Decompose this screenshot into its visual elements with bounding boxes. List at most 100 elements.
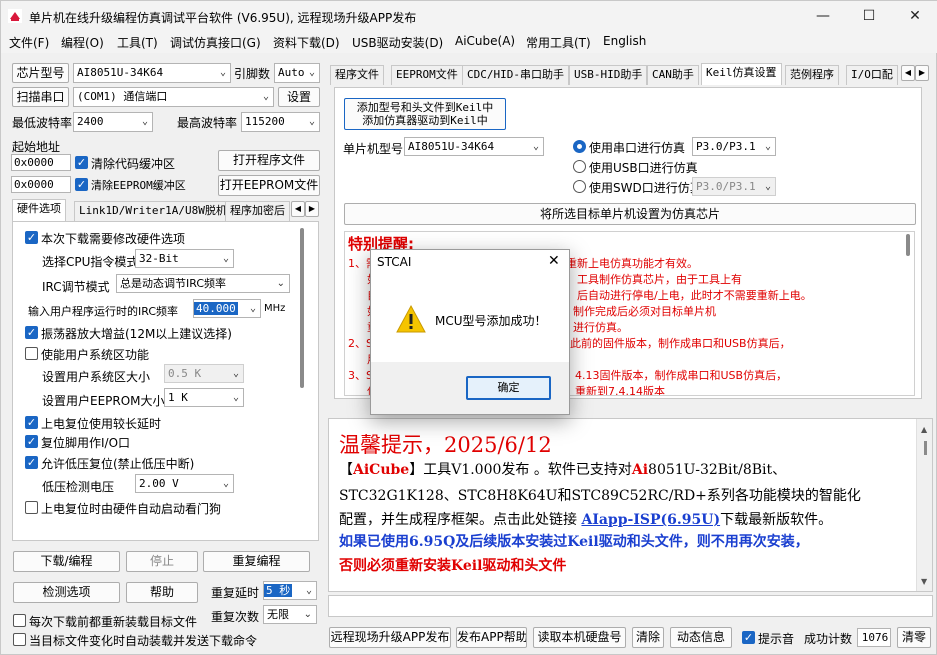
amp-gain-checkbox[interactable]: ✓ xyxy=(25,326,38,339)
low-voltage-select[interactable]: 2.00 V ⌄ xyxy=(135,474,234,493)
tab-can[interactable]: CAN助手 xyxy=(647,65,699,85)
scroll-thumb[interactable] xyxy=(924,441,927,455)
pin-count-value: Auto xyxy=(278,66,305,79)
low-voltage-label: 低压检测电压 xyxy=(42,480,115,494)
auto-reload-checkbox[interactable] xyxy=(13,633,26,646)
user-system-size-select[interactable]: 0.5 K ⌄ xyxy=(164,364,244,383)
auto-reload-label: 当目标文件变化时自动装载并发送下载命令 xyxy=(29,634,258,648)
add-to-keil-button[interactable]: 添加型号和头文件到Keil中 添加仿真器驱动到Keil中 xyxy=(344,98,506,130)
chip-model-select[interactable]: AI8051U-34K64 ⌄ xyxy=(73,63,231,83)
close-window-button[interactable]: ✕ xyxy=(892,1,937,31)
publish-help-button[interactable]: 发布APP帮助 xyxy=(456,627,527,648)
repeat-delay-select[interactable]: 5 秒 ⌄ xyxy=(263,581,317,600)
eeprom-start-address-input[interactable]: 0x0000 xyxy=(11,176,71,193)
maximize-button[interactable]: ☐ xyxy=(846,1,892,31)
tab-keil-sim[interactable]: Keil仿真设置 xyxy=(701,63,782,85)
irc-mode-select[interactable]: 总是动态调节IRC频率 ⌄ xyxy=(116,274,290,293)
clear-eeprom-buffer-checkbox[interactable]: ✓ xyxy=(75,178,88,191)
tab-eeprom-file[interactable]: EEPROM文件 xyxy=(391,65,463,85)
open-eeprom-file-button[interactable]: 打开EEPROM文件 xyxy=(218,175,320,196)
tab-scroll-right-icon[interactable]: ▶ xyxy=(915,65,929,81)
notice-text: 机重新上电仿真功能才有效。 xyxy=(555,257,698,270)
warning-icon xyxy=(396,304,426,333)
remote-upgrade-button[interactable]: 远程现场升级APP发布 xyxy=(329,627,451,648)
tab-offline-writer[interactable]: Link1D/Writer1A/U8W脱机 xyxy=(74,201,232,221)
reload-each-checkbox[interactable] xyxy=(13,614,26,627)
tab-encryption[interactable]: 程序加密后 xyxy=(225,201,290,221)
low-voltage-reset-checkbox[interactable]: ✓ xyxy=(25,456,38,469)
notice-scrollbar[interactable] xyxy=(906,234,910,256)
modify-hw-checkbox[interactable]: ✓ xyxy=(25,231,38,244)
add-driver-keil-label: 添加仿真器驱动到Keil中 xyxy=(362,114,488,127)
tab-scroll-left-icon[interactable]: ◀ xyxy=(901,65,915,81)
irc-frequency-select[interactable]: 40.000 ⌄ xyxy=(193,299,261,318)
tab-scroll-right-icon[interactable]: ▶ xyxy=(305,201,319,217)
repeat-program-button[interactable]: 重复编程 xyxy=(203,551,310,572)
watchdog-checkbox[interactable] xyxy=(25,501,38,514)
com-port-select[interactable]: (COM1) 通信端口 ⌄ xyxy=(73,87,274,107)
dynamic-info-button[interactable]: 动态信息 xyxy=(670,627,732,648)
minimize-button[interactable]: — xyxy=(800,1,846,31)
menu-common-tools[interactable]: 常用工具(T) xyxy=(526,34,591,51)
code-start-address-input[interactable]: 0x0000 xyxy=(11,154,71,171)
tab-scroll-left-icon[interactable]: ◀ xyxy=(291,201,305,217)
sim-usb-label: 使用USB口进行仿真 xyxy=(589,161,698,175)
scroll-up-icon[interactable]: ▲ xyxy=(921,425,927,434)
reset-io-checkbox[interactable]: ✓ xyxy=(25,435,38,448)
menu-aicube[interactable]: AiCube(A) xyxy=(455,34,515,48)
tab-cdc-serial[interactable]: CDC/HID-串口助手 xyxy=(462,65,569,85)
dialog-close-icon[interactable]: ✕ xyxy=(548,253,560,269)
port-settings-button[interactable]: 设置 xyxy=(278,87,320,107)
download-program-button[interactable]: 下载/编程 xyxy=(13,551,120,572)
detect-options-button[interactable]: 检测选项 xyxy=(13,582,120,603)
open-program-file-button[interactable]: 打开程序文件 xyxy=(218,150,320,171)
read-disk-button[interactable]: 读取本机硬盘号 xyxy=(533,627,626,648)
sim-usb-radio[interactable] xyxy=(573,160,586,173)
clear-code-buffer-checkbox[interactable]: ✓ xyxy=(75,156,88,169)
menu-program[interactable]: 编程(O) xyxy=(61,34,104,51)
dialog-ok-button[interactable]: 确定 xyxy=(466,376,551,400)
scroll-down-icon[interactable]: ▼ xyxy=(921,577,927,586)
pin-count-label: 引脚数 xyxy=(234,67,271,81)
repeat-count-select[interactable]: 无限 ⌄ xyxy=(263,605,317,624)
tab-hardware-options[interactable]: 硬件选项 xyxy=(12,199,66,221)
menu-file[interactable]: 文件(F) xyxy=(9,34,49,51)
tab-usb-hid[interactable]: USB-HID助手 xyxy=(569,65,648,85)
beep-checkbox[interactable]: ✓ xyxy=(742,631,755,644)
menu-tools[interactable]: 工具(T) xyxy=(117,34,158,51)
reset-io-label: 复位脚用作I/O口 xyxy=(41,436,131,450)
tab-examples[interactable]: 范例程序 xyxy=(785,65,839,85)
sim-swd-port-select[interactable]: P3.0/P3.1 ⌄ xyxy=(692,177,776,196)
pin-count-select[interactable]: Auto ⌄ xyxy=(274,63,320,83)
sim-swd-radio[interactable] xyxy=(573,180,586,193)
sim-serial-port-select[interactable]: P3.0/P3.1 ⌄ xyxy=(692,137,776,156)
sim-serial-radio[interactable] xyxy=(573,140,586,153)
tab-io-config[interactable]: I/O口配 xyxy=(846,65,898,85)
menu-english[interactable]: English xyxy=(603,34,646,48)
max-baud-select[interactable]: 115200 ⌄ xyxy=(241,112,320,132)
cpu-mode-select[interactable]: 32-Bit ⌄ xyxy=(135,249,234,268)
set-sim-chip-button[interactable]: 将所选目标单片机设置为仿真芯片 xyxy=(344,203,916,225)
tips-scrollbar[interactable]: ▲ ▼ xyxy=(916,419,932,591)
long-delay-checkbox[interactable]: ✓ xyxy=(25,416,38,429)
max-baud-label: 最高波特率 xyxy=(177,116,238,130)
chip-model-button[interactable]: 芯片型号 xyxy=(12,63,69,83)
stop-button[interactable]: 停止 xyxy=(126,551,198,572)
menu-debug[interactable]: 调试仿真接口(G) xyxy=(170,34,261,51)
horizontal-scrollbar[interactable] xyxy=(328,595,933,617)
tab-program-file[interactable]: 程序文件 xyxy=(330,65,384,85)
clear-log-button[interactable]: 清除 xyxy=(632,627,664,648)
tips-line-3: 配置，并生成程序框架。点击此处链接 AIapp-ISP(6.95U)下载最新版软… xyxy=(339,509,832,529)
menu-downloads[interactable]: 资料下载(D) xyxy=(273,34,340,51)
reset-count-button[interactable]: 清零 xyxy=(897,627,931,648)
scan-port-button[interactable]: 扫描串口 xyxy=(12,87,69,107)
menu-usb-driver[interactable]: USB驱动安装(D) xyxy=(352,34,443,51)
options-scrollbar[interactable] xyxy=(300,228,304,388)
download-link[interactable]: AIapp-ISP(6.95U) xyxy=(581,512,720,528)
mcu-model-select[interactable]: AI8051U-34K64 ⌄ xyxy=(404,137,544,156)
help-button[interactable]: 帮助 xyxy=(126,582,198,603)
user-eeprom-size-select[interactable]: 1 K ⌄ xyxy=(164,388,244,407)
min-baud-select[interactable]: 2400 ⌄ xyxy=(73,112,153,132)
notice-text: 4.13固件版本，制作成串口和USB仿真后， xyxy=(575,369,788,382)
user-system-area-checkbox[interactable] xyxy=(25,347,38,360)
